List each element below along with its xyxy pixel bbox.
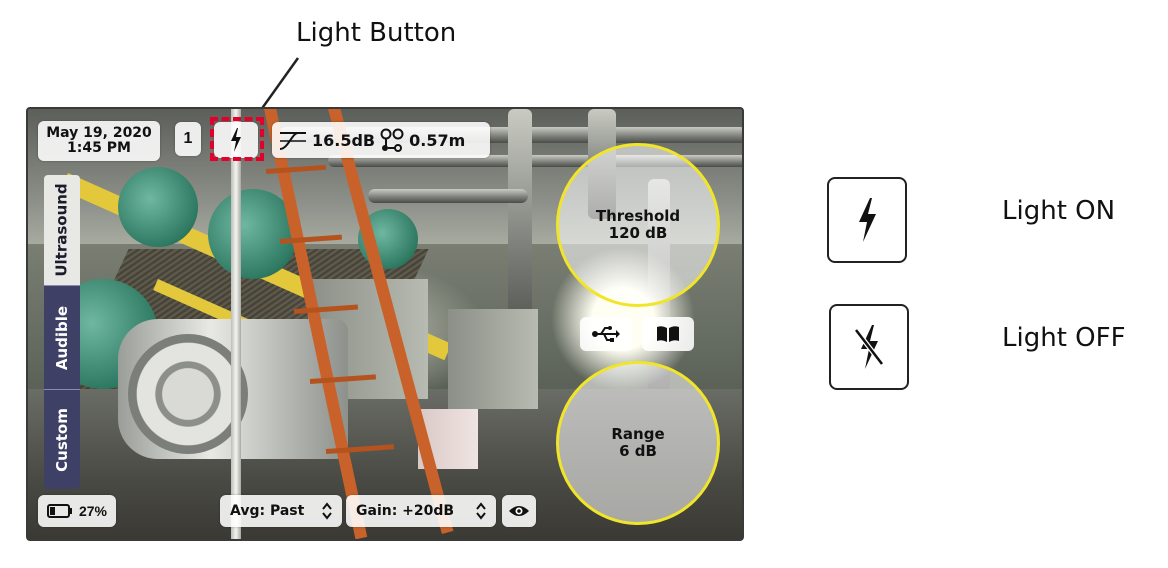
range-label: Range	[611, 425, 665, 443]
up-down-chevron-icon	[476, 502, 486, 520]
lightning-bolt-off-icon	[854, 325, 884, 369]
date-text: May 19, 2020	[46, 125, 152, 141]
range-control[interactable]: Range 6 dB	[556, 361, 720, 525]
distance-icon	[380, 128, 404, 152]
light-off-label: Light OFF	[1002, 323, 1126, 353]
battery-indicator: 27%	[38, 495, 116, 527]
light-on-icon-sample	[827, 177, 907, 263]
light-off-icon-sample	[829, 304, 909, 390]
averaging-value: Avg: Past	[230, 503, 305, 519]
light-button-highlight	[210, 117, 264, 161]
channel-number: 1	[175, 122, 201, 156]
manual-button[interactable]	[642, 317, 694, 351]
time-text: 1:45 PM	[67, 140, 131, 156]
threshold-control[interactable]: Threshold 120 dB	[556, 143, 720, 307]
camera-screen: May 19, 2020 1:45 PM 1 16.5dB 0.57m Ultr…	[26, 107, 744, 541]
averaging-select[interactable]: Avg: Past	[220, 495, 342, 527]
measurement-display: 16.5dB 0.57m	[272, 122, 490, 158]
distance-value: 0.57m	[409, 130, 466, 150]
up-down-chevron-icon	[322, 502, 332, 520]
tab-audible[interactable]: Audible	[44, 285, 80, 390]
eye-icon	[509, 506, 529, 516]
threshold-value: 120 dB	[608, 224, 668, 242]
gain-select[interactable]: Gain: +20dB	[346, 495, 496, 527]
usb-button[interactable]	[580, 317, 632, 351]
tab-ultrasound[interactable]: Ultrasound	[44, 175, 80, 285]
lightning-bolt-icon	[859, 198, 876, 242]
tab-custom-label: Custom	[53, 408, 72, 472]
tab-custom[interactable]: Custom	[44, 389, 80, 489]
peak-signal-icon	[279, 132, 306, 150]
tab-ultrasound-label: Ultrasound	[53, 183, 71, 277]
decibel-value: 16.5dB	[312, 130, 376, 150]
date-time-display: May 19, 2020 1:45 PM	[38, 121, 160, 161]
usb-icon	[592, 326, 620, 342]
battery-level: 27%	[78, 503, 108, 519]
book-icon	[657, 326, 679, 342]
tab-audible-label: Audible	[53, 305, 71, 371]
battery-icon	[46, 504, 72, 518]
gain-value: Gain: +20dB	[356, 503, 455, 519]
light-on-label: Light ON	[1002, 196, 1116, 226]
range-value: 6 dB	[619, 442, 657, 460]
mode-tabs: Ultrasound Audible Custom	[44, 175, 80, 489]
threshold-label: Threshold	[595, 207, 681, 225]
view-toggle-button[interactable]	[502, 495, 536, 527]
